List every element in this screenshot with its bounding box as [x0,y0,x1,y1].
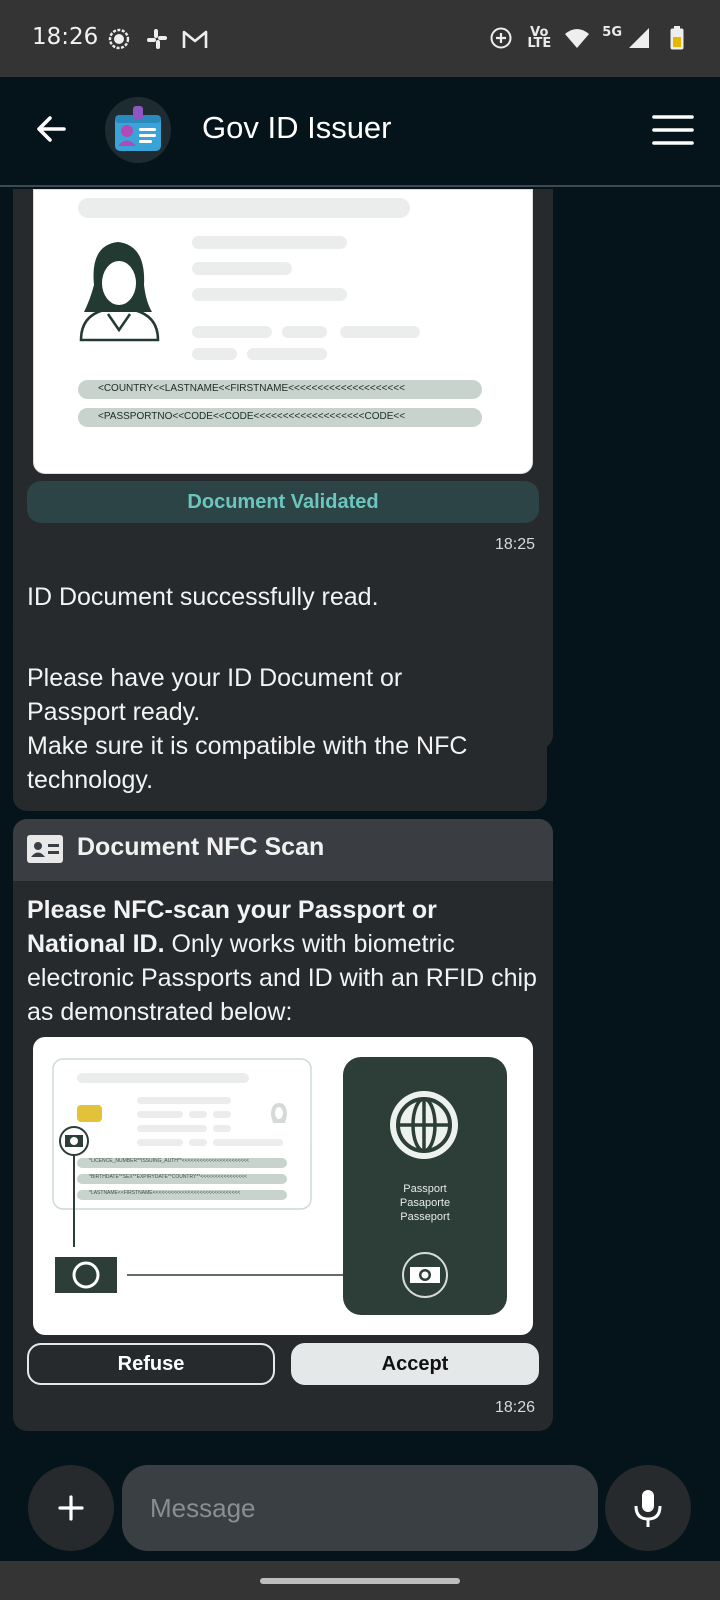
card-header: Document NFC Scan [13,819,553,881]
id-mrz-line-2: *BIRTHDATE**SEX**EXPIRYDATE**COUNTRY**<<… [89,1174,247,1180]
data-saver-icon [488,25,514,51]
card-title: Document NFC Scan [77,833,325,861]
id-mrz-line-3: *LASTNAME<<FIRSTNAME<<<<<<<<<<<<<<<<<<<<… [89,1190,241,1196]
battery-icon [664,25,690,51]
accept-button[interactable]: Accept [291,1343,539,1385]
status-time: 18:26 [32,24,99,50]
passport-word-en: Passport [403,1183,447,1195]
gesture-nav-bar [0,1561,720,1600]
prepare-document-message: Please have your ID Document or Passport… [13,649,547,811]
message-line-1: Please have your ID Document or [27,664,403,692]
add-attachment-button[interactable] [28,1465,114,1551]
status-bar: 18:26 Vo LTE 5G [0,0,720,77]
id-card-icon [27,835,63,863]
id-card-avatar-icon [105,97,171,163]
refuse-button[interactable]: Refuse [27,1343,275,1385]
chat-bubble-icon [106,26,132,52]
passport-word-es: Pasaporte [399,1197,451,1209]
chat-thread[interactable]: <COUNTRY<<LASTNAME<<FIRSTNAME<<<<<<<<<<<… [0,189,720,1451]
plus-icon [58,1495,84,1521]
page-title: Gov ID Issuer [202,110,392,145]
read-success-message: ID Document successfully read. [13,567,437,641]
message-composer [0,1451,720,1561]
notification-icons [106,26,208,52]
avatar[interactable] [105,97,171,163]
card-instructions: Please NFC-scan your Passport or Nationa… [27,893,539,1029]
message-text: ID Document successfully read. [27,583,379,611]
hamburger-menu-icon [652,115,694,145]
message-input[interactable] [122,1465,598,1551]
passport-word-fr: Passeport [400,1211,450,1223]
volte-icon: Vo LTE [527,25,552,51]
message-time: 18:26 [494,1399,535,1416]
arrow-left-icon [37,116,66,142]
nfc-scan-card: Document NFC Scan Please NFC-scan your P… [13,819,553,1431]
status-badge: Document Validated [27,481,539,523]
passport-card-image: <COUNTRY<<LASTNAME<<FIRSTNAME<<<<<<<<<<<… [33,189,533,474]
network-5g-label: 5G [602,24,622,40]
app-bar: Gov ID Issuer [0,77,720,187]
wifi-icon [564,25,590,51]
nfc-illustration: *LICENCE_NUMBER**ISSUING_AUTH**<<<<<<<<<… [33,1037,533,1335]
id-mrz-line-1: *LICENCE_NUMBER**ISSUING_AUTH**<<<<<<<<<… [89,1158,249,1164]
message-line-3: Make sure it is compatible with the NFC [27,732,468,760]
mrz-line-1: <COUNTRY<<LASTNAME<<FIRSTNAME<<<<<<<<<<<… [98,383,405,394]
message-line-2: Passport ready. [27,698,201,726]
signal-icon [626,25,652,51]
system-icons: Vo LTE 5G [488,25,690,51]
slack-icon [144,26,170,52]
mrz-line-2: <PASSPORTNO<<CODE<<CODE<<<<<<<<<<<<<<<<<… [98,411,406,422]
message-line-4: technology. [27,766,154,794]
home-gesture-handle[interactable] [260,1578,460,1584]
voice-message-button[interactable] [605,1465,691,1551]
back-button[interactable] [30,107,74,151]
microphone-icon [634,1490,662,1527]
gmail-icon [182,26,208,52]
message-time: 18:25 [494,536,535,553]
menu-button[interactable] [652,113,694,147]
